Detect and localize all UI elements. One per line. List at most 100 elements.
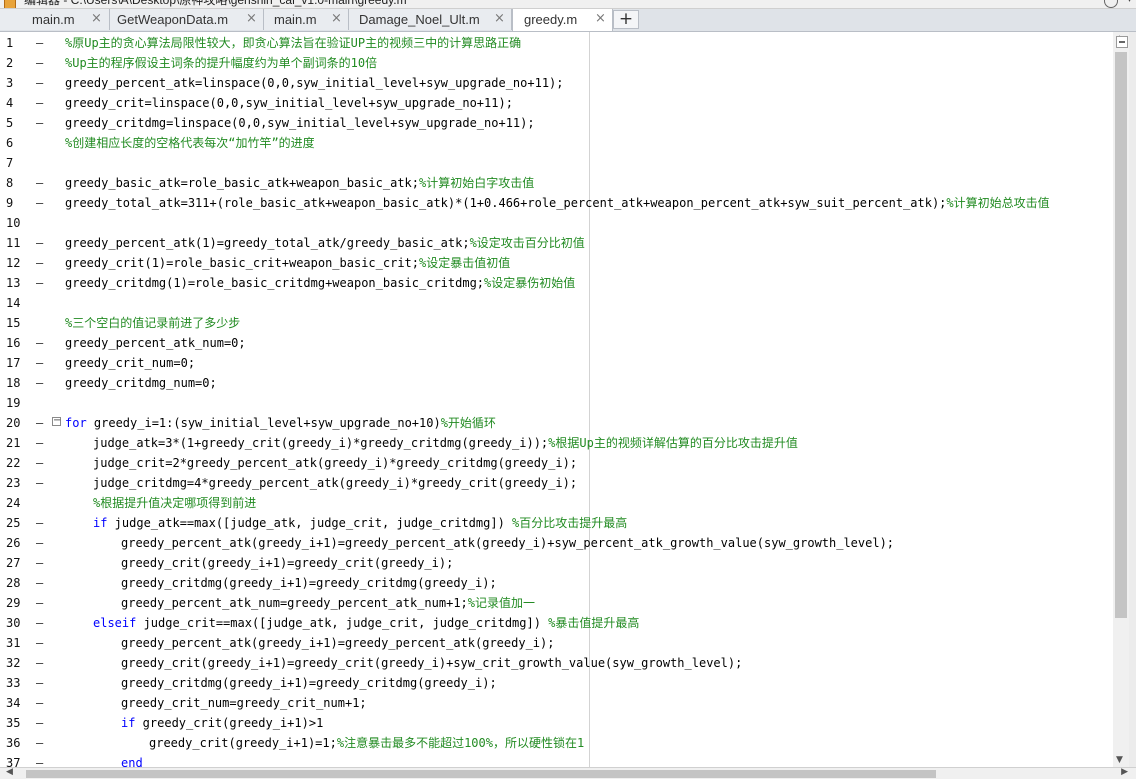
breakpoint-marker[interactable]: – xyxy=(36,433,43,453)
code-line[interactable]: 5 – greedy_critdmg=linspace(0,0,syw_initia… xyxy=(0,113,1113,133)
breakpoint-marker[interactable]: – xyxy=(36,473,43,493)
breakpoint-marker[interactable]: – xyxy=(36,653,43,673)
vertical-scrollbar[interactable]: ▲ ▼ xyxy=(1113,32,1129,767)
code-text: greedy_percent_atk=linspace(0,0,syw_init… xyxy=(65,73,564,93)
code-line[interactable]: 26 – greedy_percent_atk(greedy_i+1)=greedy… xyxy=(0,533,1113,553)
breakpoint-marker[interactable]: – xyxy=(36,113,43,133)
line-number: 5 xyxy=(6,116,14,130)
code-line[interactable]: 1 – %原Up主的贪心算法局限性较大，即贪心算法旨在验证UP主的视频三中的计算思路… xyxy=(0,33,1113,53)
code-line[interactable]: 11 – greedy_percent_atk(1)=greedy_total_at… xyxy=(0,233,1113,253)
code-line[interactable]: 8 – greedy_basic_atk=role_basic_atk+weapon… xyxy=(0,173,1113,193)
breakpoint-marker[interactable]: – xyxy=(36,733,43,753)
code-line[interactable]: 23 – judge_critdmg=4*greedy_percent_atk(gr… xyxy=(0,473,1113,493)
breakpoint-marker[interactable]: – xyxy=(36,753,43,767)
add-tab-button[interactable]: + xyxy=(613,10,639,29)
code-line[interactable]: 24 %根据提升值决定哪项得到前进 xyxy=(0,493,1113,513)
code-line[interactable]: 12 – greedy_crit(1)=role_basic_crit+weapon… xyxy=(0,253,1113,273)
breakpoint-marker[interactable]: – xyxy=(36,453,43,473)
fold-toggle-icon[interactable]: − xyxy=(52,416,61,426)
code-line[interactable]: 29 – greedy_percent_atk_num=greedy_percent… xyxy=(0,593,1113,613)
breakpoint-marker[interactable]: – xyxy=(36,613,43,633)
code-line[interactable]: 19 xyxy=(0,393,1113,413)
code-line[interactable]: 17 – greedy_crit_num=0; xyxy=(0,353,1113,373)
tab-damage-noel-ult-m[interactable]: Damage_Noel_Ult.m × xyxy=(349,9,512,30)
code-token: judge_crit=2*greedy_percent_atk(greedy_i… xyxy=(93,456,578,470)
breakpoint-marker[interactable]: – xyxy=(36,373,43,393)
scroll-right-arrow-icon[interactable]: ▶ xyxy=(1121,767,1128,777)
code-line[interactable]: 6 %创建相应长度的空格代表每次“加竹竿”的进度 xyxy=(0,133,1113,153)
code-line[interactable]: 20 – − for greedy_i=1:(syw_initial_level+sy… xyxy=(0,413,1113,433)
code-line[interactable]: 30 – elseif judge_crit==max([judge_atk, ju… xyxy=(0,613,1113,633)
split-editor-icon[interactable] xyxy=(1116,36,1128,48)
code-line[interactable]: 15 %三个空白的值记录前进了多少步 xyxy=(0,313,1113,333)
code-line[interactable]: 22 – judge_crit=2*greedy_percent_atk(greed… xyxy=(0,453,1113,473)
line-number: 22 xyxy=(6,456,21,470)
code-line[interactable]: 31 – greedy_percent_atk(greedy_i+1)=greedy… xyxy=(0,633,1113,653)
breakpoint-marker[interactable]: – xyxy=(36,93,43,113)
code-line[interactable]: 4 – greedy_crit=linspace(0,0,syw_initial_l… xyxy=(0,93,1113,113)
breakpoint-marker[interactable]: – xyxy=(36,353,43,373)
breakpoint-marker[interactable]: – xyxy=(36,693,43,713)
code-line[interactable]: 25 – if judge_atk==max([judge_atk, judge_c… xyxy=(0,513,1113,533)
code-line[interactable]: 3 – greedy_percent_atk=linspace(0,0,syw_in… xyxy=(0,73,1113,93)
chevron-down-icon[interactable]: ▾ xyxy=(1127,0,1132,5)
breakpoint-marker[interactable]: – xyxy=(36,73,43,93)
scroll-down-arrow-icon[interactable]: ▼ xyxy=(1116,755,1123,765)
code-line[interactable]: 37 – end xyxy=(0,753,1113,767)
breakpoint-marker[interactable]: – xyxy=(36,33,43,53)
code-line[interactable]: 21 – judge_atk=3*(1+greedy_crit(greedy_i)*… xyxy=(0,433,1113,453)
tab-getweapondata-m[interactable]: GetWeaponData.m × xyxy=(110,9,264,30)
code-comment: %注意暴击最多不能超过100%，所以硬性锁在1 xyxy=(336,736,585,750)
breakpoint-marker[interactable]: – xyxy=(36,713,43,733)
code-line[interactable]: 10 xyxy=(0,213,1113,233)
window-title: 编辑器 - C:\Users\A\Desktop\原神攻略\genshin_ca… xyxy=(24,0,407,7)
breakpoint-marker[interactable]: – xyxy=(36,233,43,253)
breakpoint-marker[interactable]: – xyxy=(36,533,43,553)
code-line[interactable]: 34 – greedy_crit_num=greedy_crit_num+1; xyxy=(0,693,1113,713)
breakpoint-marker[interactable]: – xyxy=(36,193,43,213)
tab-main-m-1[interactable]: main.m × xyxy=(0,9,110,30)
horizontal-scrollbar[interactable]: ◀ ▶ xyxy=(0,767,1136,779)
code-line[interactable]: 9 – greedy_total_atk=311+(role_basic_atk+w… xyxy=(0,193,1113,213)
code-token: judge_critdmg=4*greedy_percent_atk(greed… xyxy=(93,476,578,490)
breakpoint-marker[interactable]: – xyxy=(36,53,43,73)
breakpoint-marker[interactable]: – xyxy=(36,593,43,613)
tab-greedy-m[interactable]: greedy.m × xyxy=(512,9,613,31)
breakpoint-marker[interactable]: – xyxy=(36,633,43,653)
code-line[interactable]: 7 xyxy=(0,153,1113,173)
breakpoint-marker[interactable]: – xyxy=(36,253,43,273)
tab-main-m-2[interactable]: main.m × xyxy=(264,9,349,30)
code-line[interactable]: 28 – greedy_critdmg(greedy_i+1)=greedy_cri… xyxy=(0,573,1113,593)
scroll-left-arrow-icon[interactable]: ◀ xyxy=(6,767,13,777)
code-text: greedy_critdmg(greedy_i+1)=greedy_critdm… xyxy=(121,573,497,593)
breakpoint-marker[interactable]: – xyxy=(36,553,43,573)
breakpoint-marker[interactable]: – xyxy=(36,513,43,533)
code-line[interactable]: 16 – greedy_percent_atk_num=0; xyxy=(0,333,1113,353)
close-tab-icon[interactable]: × xyxy=(246,11,257,26)
close-tab-icon[interactable]: × xyxy=(494,11,505,26)
help-icon[interactable] xyxy=(1104,0,1118,8)
breakpoint-marker[interactable]: – xyxy=(36,173,43,193)
close-tab-icon[interactable]: × xyxy=(331,11,342,26)
breakpoint-marker[interactable]: – xyxy=(36,333,43,353)
horizontal-scroll-thumb[interactable] xyxy=(26,770,936,778)
breakpoint-marker[interactable]: – xyxy=(36,673,43,693)
vertical-scroll-thumb[interactable] xyxy=(1115,52,1127,618)
code-line[interactable]: 35 – if greedy_crit(greedy_i+1)>1 xyxy=(0,713,1113,733)
close-tab-icon[interactable]: × xyxy=(595,11,606,26)
code-line[interactable]: 18 – greedy_critdmg_num=0; xyxy=(0,373,1113,393)
breakpoint-marker[interactable]: – xyxy=(36,413,43,433)
code-text: greedy_crit_num=0; xyxy=(65,353,195,373)
code-token: greedy_crit=linspace(0,0,syw_initial_lev… xyxy=(65,96,513,110)
code-line[interactable]: 2 – %Up主的程序假设主词条的提升幅度约为单个副词条的10倍 xyxy=(0,53,1113,73)
code-line[interactable]: 13 – greedy_critdmg(1)=role_basic_critdmg+… xyxy=(0,273,1113,293)
breakpoint-marker[interactable]: – xyxy=(36,573,43,593)
code-line[interactable]: 32 – greedy_crit(greedy_i+1)=greedy_crit(g… xyxy=(0,653,1113,673)
code-line[interactable]: 33 – greedy_critdmg(greedy_i+1)=greedy_cri… xyxy=(0,673,1113,693)
code-editor[interactable]: 1 – %原Up主的贪心算法局限性较大，即贪心算法旨在验证UP主的视频三中的计算思路… xyxy=(0,32,1113,767)
close-tab-icon[interactable]: × xyxy=(91,11,102,26)
breakpoint-marker[interactable]: – xyxy=(36,273,43,293)
code-line[interactable]: 14 xyxy=(0,293,1113,313)
code-line[interactable]: 36 – greedy_crit(greedy_i+1)=1;%注意暴击最多不能超过… xyxy=(0,733,1113,753)
code-line[interactable]: 27 – greedy_crit(greedy_i+1)=greedy_crit(g… xyxy=(0,553,1113,573)
